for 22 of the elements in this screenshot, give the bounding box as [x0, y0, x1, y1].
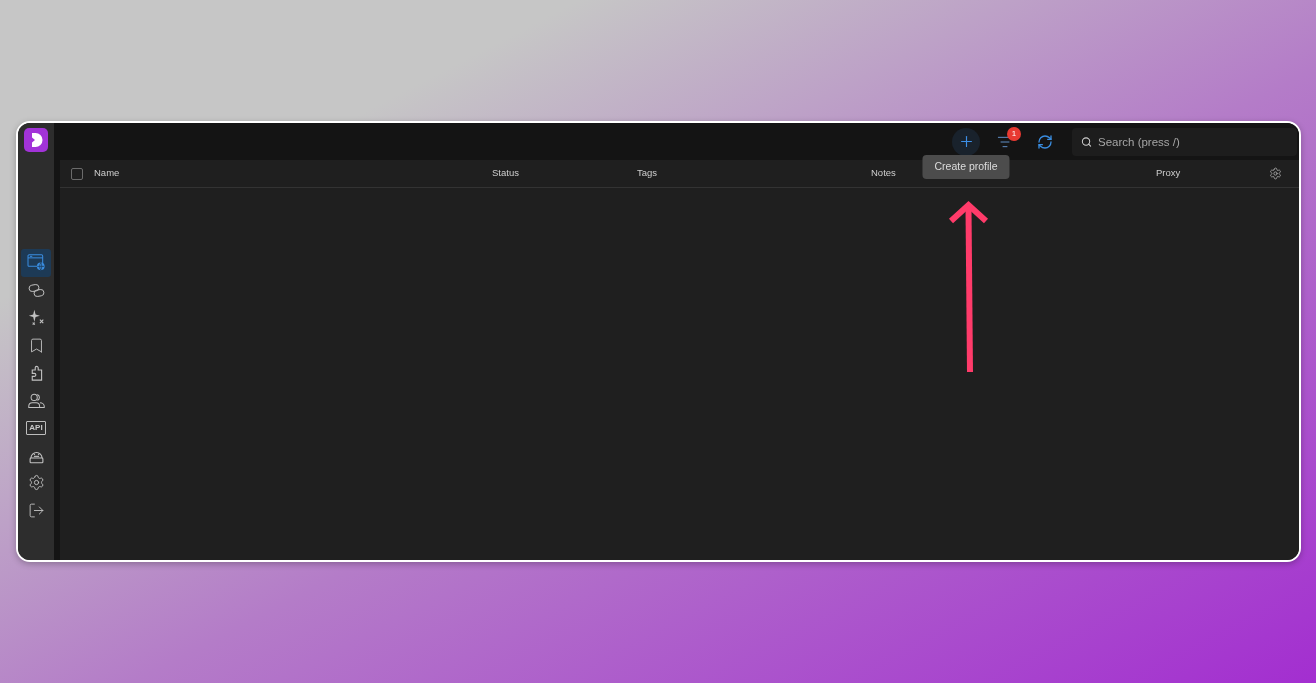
notification-badge: 1	[1007, 126, 1021, 141]
column-header: Status	[492, 166, 519, 181]
column-header: Name	[94, 166, 120, 181]
settings-icon	[1269, 167, 1282, 180]
sparkles-icon	[27, 309, 45, 327]
tooltip: Create profile	[922, 154, 1010, 179]
browser-globe-icon	[26, 254, 46, 272]
users-icon	[27, 391, 45, 409]
column-header: Tags	[637, 166, 658, 181]
sidebar-item[interactable]	[21, 248, 51, 277]
refresh-icon	[1037, 133, 1053, 150]
search-field[interactable]: Search (press /)	[1072, 127, 1297, 156]
column-header: Notes	[871, 166, 896, 181]
column-settings-button[interactable]	[1269, 167, 1282, 180]
links-icon	[27, 281, 45, 299]
create-profile-button[interactable]	[952, 127, 980, 156]
settings-icon	[27, 474, 45, 492]
select-all-checkbox[interactable]	[71, 167, 83, 180]
logout-icon	[27, 501, 45, 519]
logo-icon	[24, 128, 48, 152]
api-button[interactable]: API	[26, 420, 46, 435]
column-header: Proxy	[1156, 166, 1181, 181]
